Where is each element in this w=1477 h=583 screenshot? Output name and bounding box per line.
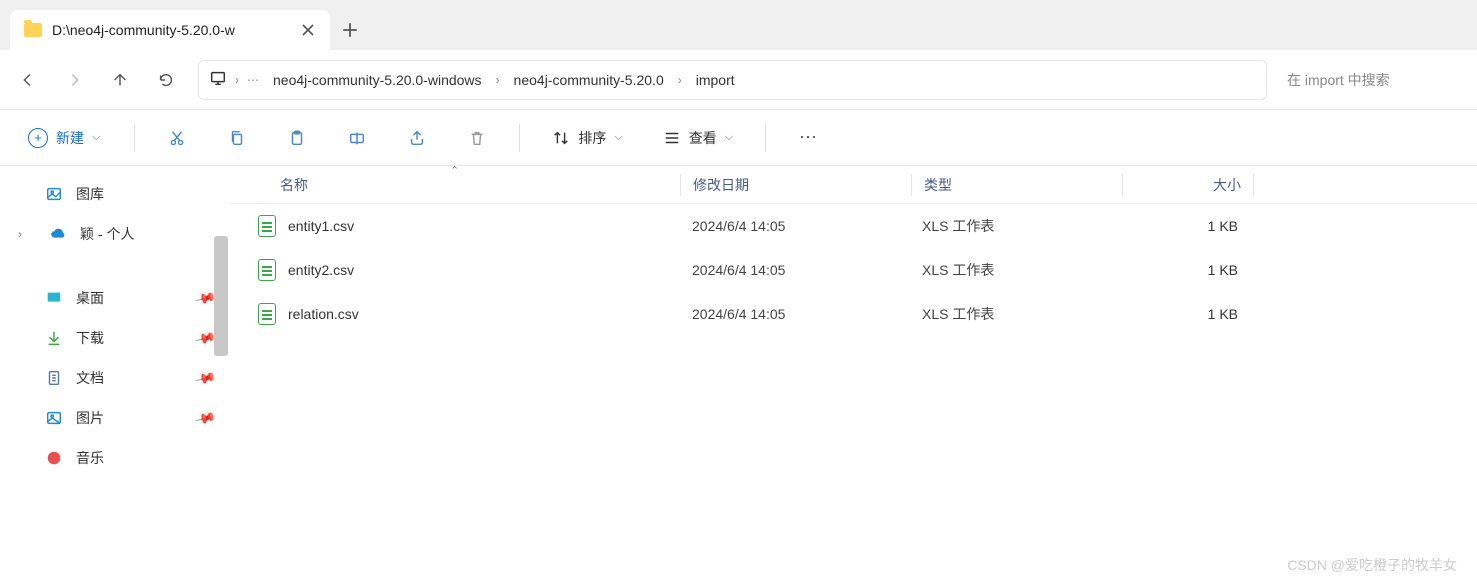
column-headers: ⌃ 名称 修改日期 类型 大小 <box>230 166 1477 204</box>
view-label: 查看 <box>689 128 717 148</box>
header-type[interactable]: 类型 <box>912 175 1122 195</box>
file-size: 1 KB <box>1120 262 1250 278</box>
folder-icon <box>24 23 42 37</box>
search-placeholder: 在 import 中搜索 <box>1287 70 1390 90</box>
paste-button[interactable] <box>279 120 315 156</box>
documents-icon <box>44 368 64 388</box>
file-size: 1 KB <box>1120 218 1250 234</box>
header-size[interactable]: 大小 <box>1123 175 1253 195</box>
content-area: 图库 › 颖 - 个人 桌面 📌 下载 📌 文档 📌 图片 📌 <box>0 166 1477 583</box>
file-date: 2024/6/4 14:05 <box>680 306 910 322</box>
view-button[interactable]: 查看 ⌵ <box>655 122 741 154</box>
separator <box>519 124 520 152</box>
chevron-right-icon: › <box>496 73 500 87</box>
sort-button[interactable]: 排序 ⌵ <box>544 122 630 154</box>
tab-title: D:\neo4j-community-5.20.0-w <box>52 22 290 38</box>
sidebar: 图库 › 颖 - 个人 桌面 📌 下载 📌 文档 📌 图片 📌 <box>0 166 230 583</box>
sidebar-label: 桌面 <box>76 288 104 308</box>
up-button[interactable] <box>100 60 140 100</box>
file-date: 2024/6/4 14:05 <box>680 218 910 234</box>
download-icon <box>44 328 64 348</box>
nav-bar: › ⋯ neo4j-community-5.20.0-windows › neo… <box>0 50 1477 110</box>
sidebar-item-music[interactable]: 音乐 <box>0 438 230 478</box>
breadcrumb-item-1[interactable]: neo4j-community-5.20.0 <box>508 68 670 92</box>
onedrive-icon <box>48 224 68 244</box>
separator <box>1253 174 1254 196</box>
share-button[interactable] <box>399 120 435 156</box>
breadcrumb[interactable]: › ⋯ neo4j-community-5.20.0-windows › neo… <box>198 60 1267 100</box>
sidebar-item-gallery[interactable]: 图库 <box>0 174 230 214</box>
csv-file-icon <box>258 215 276 237</box>
chevron-right-icon: › <box>678 73 682 87</box>
more-icon[interactable]: ⋯ <box>247 73 259 87</box>
breadcrumb-item-0[interactable]: neo4j-community-5.20.0-windows <box>267 68 488 92</box>
view-icon <box>663 129 681 147</box>
separator <box>134 124 135 152</box>
file-row[interactable]: entity2.csv 2024/6/4 14:05 XLS 工作表 1 KB <box>230 248 1477 292</box>
plus-circle-icon: + <box>28 128 48 148</box>
chevron-right-icon[interactable]: › <box>235 73 239 87</box>
breadcrumb-item-2[interactable]: import <box>690 68 741 92</box>
sort-icon <box>552 129 570 147</box>
file-name: relation.csv <box>288 306 359 322</box>
pictures-icon <box>44 408 64 428</box>
file-type: XLS 工作表 <box>910 216 1120 236</box>
sidebar-label: 音乐 <box>76 448 104 468</box>
file-date: 2024/6/4 14:05 <box>680 262 910 278</box>
music-icon <box>44 448 64 468</box>
sidebar-item-personal[interactable]: › 颖 - 个人 <box>0 214 230 254</box>
pc-icon[interactable] <box>209 69 227 90</box>
file-list: ⌃ 名称 修改日期 类型 大小 entity1.csv 2024/6/4 14:… <box>230 166 1477 583</box>
sidebar-label: 图库 <box>76 184 104 204</box>
new-button[interactable]: + 新建 ⌵ <box>18 122 110 154</box>
header-name[interactable]: 名称 <box>230 175 680 195</box>
sidebar-item-documents[interactable]: 文档 📌 <box>0 358 230 398</box>
pin-icon: 📌 <box>193 366 217 389</box>
sort-indicator-icon: ⌃ <box>450 164 459 177</box>
sidebar-item-desktop[interactable]: 桌面 📌 <box>0 278 230 318</box>
file-size: 1 KB <box>1120 306 1250 322</box>
sidebar-label: 颖 - 个人 <box>80 224 134 244</box>
csv-file-icon <box>258 259 276 281</box>
file-type: XLS 工作表 <box>910 260 1120 280</box>
sidebar-item-downloads[interactable]: 下载 📌 <box>0 318 230 358</box>
more-button[interactable]: ⋯ <box>790 120 826 156</box>
close-tab-button[interactable] <box>300 22 316 38</box>
new-tab-button[interactable] <box>330 10 370 50</box>
sidebar-label: 下载 <box>76 328 104 348</box>
search-input[interactable]: 在 import 中搜索 <box>1279 60 1469 100</box>
file-row[interactable]: relation.csv 2024/6/4 14:05 XLS 工作表 1 KB <box>230 292 1477 336</box>
file-name: entity1.csv <box>288 218 354 234</box>
chevron-down-icon: ⌵ <box>614 131 622 144</box>
chevron-right-icon[interactable]: › <box>18 227 36 241</box>
title-bar: D:\neo4j-community-5.20.0-w <box>0 0 1477 50</box>
delete-button[interactable] <box>459 120 495 156</box>
sidebar-label: 图片 <box>76 408 104 428</box>
window-tab[interactable]: D:\neo4j-community-5.20.0-w <box>10 10 330 50</box>
forward-button[interactable] <box>54 60 94 100</box>
watermark: CSDN @爱吃橙子的牧羊女 <box>1287 555 1457 575</box>
cut-button[interactable] <box>159 120 195 156</box>
copy-button[interactable] <box>219 120 255 156</box>
header-date[interactable]: 修改日期 <box>681 175 911 195</box>
file-row[interactable]: entity1.csv 2024/6/4 14:05 XLS 工作表 1 KB <box>230 204 1477 248</box>
file-type: XLS 工作表 <box>910 304 1120 324</box>
sort-label: 排序 <box>578 128 606 148</box>
sidebar-item-pictures[interactable]: 图片 📌 <box>0 398 230 438</box>
gallery-icon <box>44 184 64 204</box>
new-label: 新建 <box>56 128 84 148</box>
sidebar-label: 文档 <box>76 368 104 388</box>
pin-icon: 📌 <box>193 406 217 429</box>
csv-file-icon <box>258 303 276 325</box>
chevron-down-icon: ⌵ <box>725 131 733 144</box>
back-button[interactable] <box>8 60 48 100</box>
rename-button[interactable] <box>339 120 375 156</box>
desktop-icon <box>44 288 64 308</box>
chevron-down-icon: ⌵ <box>92 131 100 144</box>
scrollbar[interactable] <box>214 236 228 356</box>
refresh-button[interactable] <box>146 60 186 100</box>
file-name: entity2.csv <box>288 262 354 278</box>
toolbar: + 新建 ⌵ 排序 ⌵ 查看 ⌵ ⋯ <box>0 110 1477 166</box>
separator <box>765 124 766 152</box>
